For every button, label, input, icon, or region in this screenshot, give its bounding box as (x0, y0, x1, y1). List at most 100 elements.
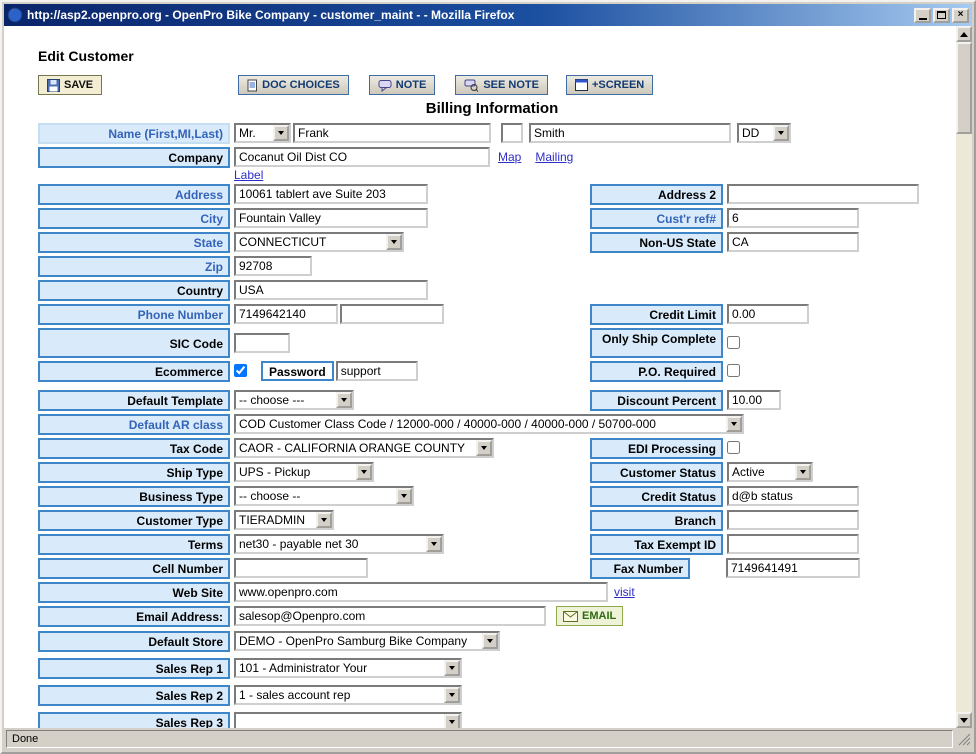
maximize-button[interactable] (933, 8, 950, 23)
label-zip: Zip (38, 256, 230, 277)
form-row-label-link: Label (38, 168, 956, 184)
scroll-up-icon (960, 32, 968, 37)
label-ecommerce: Ecommerce (38, 361, 230, 382)
form-row-country: Country (38, 280, 956, 301)
save-button[interactable]: SAVE (38, 75, 102, 95)
po-required-checkbox[interactable] (727, 364, 740, 377)
credit-limit-input[interactable] (727, 304, 809, 324)
dropdown-arrow-icon (773, 125, 789, 141)
zip-input[interactable] (234, 256, 312, 276)
toolbar: SAVE DOC CHOICES NOTE SEE NOTE +SCREEN (38, 74, 956, 96)
add-screen-button[interactable]: +SCREEN (566, 75, 653, 95)
map-link[interactable]: Map (498, 150, 521, 164)
status-text: Done (6, 730, 953, 748)
label-address: Address (38, 184, 230, 205)
branch-input[interactable] (727, 510, 859, 530)
window-title: http://asp2.openpro.org - OpenPro Bike C… (27, 8, 910, 22)
label-link[interactable]: Label (234, 168, 263, 182)
email-button[interactable]: EMAIL (556, 606, 623, 626)
tax-exempt-id-input[interactable] (727, 534, 859, 554)
form-row-state: State CONNECTICUT Non-US State (38, 232, 956, 253)
address-input[interactable] (234, 184, 428, 204)
label-sic-code: SIC Code (38, 328, 230, 358)
cell-number-input[interactable] (234, 558, 368, 578)
form-row-name: Name (First,MI,Last) Mr. DD (38, 123, 956, 144)
default-store-select[interactable]: DEMO - OpenPro Samburg Bike Company (234, 631, 500, 651)
phone-input-1[interactable] (234, 304, 338, 324)
vertical-scrollbar[interactable] (956, 26, 972, 728)
label-sales-rep-3: Sales Rep 3 (38, 712, 230, 728)
phone-input-2[interactable] (340, 304, 444, 324)
default-ar-class-select[interactable]: COD Customer Class Code / 12000-000 / 40… (234, 414, 744, 434)
password-input[interactable] (336, 361, 418, 381)
label-edi-processing: EDI Processing (590, 438, 723, 459)
ecommerce-checkbox[interactable] (234, 364, 247, 377)
document-icon (247, 79, 258, 92)
status-bar: Done (4, 728, 972, 750)
fax-number-input[interactable] (726, 558, 860, 578)
visit-link[interactable]: visit (614, 585, 635, 599)
middle-initial-input[interactable] (501, 123, 523, 143)
edi-processing-checkbox[interactable] (727, 441, 740, 454)
default-template-select[interactable]: -- choose --- (234, 390, 354, 410)
resize-grip[interactable] (955, 730, 970, 748)
note-button[interactable]: NOTE (369, 75, 436, 95)
page-content: Edit Customer SAVE DOC CHOICES NOTE SE (4, 26, 956, 728)
label-custr-ref: Cust'r ref# (590, 208, 723, 229)
label-customer-status: Customer Status (590, 462, 723, 483)
scroll-up-button[interactable] (956, 26, 972, 42)
dropdown-arrow-icon (356, 464, 372, 480)
mailing-link[interactable]: Mailing (535, 150, 573, 164)
web-site-input[interactable] (234, 582, 608, 602)
doc-choices-button[interactable]: DOC CHOICES (238, 75, 349, 95)
dropdown-arrow-icon (444, 687, 460, 703)
first-name-input[interactable] (293, 123, 491, 143)
label-credit-status: Credit Status (590, 486, 723, 507)
customer-type-select[interactable]: TIERADMIN (234, 510, 334, 530)
form-row-city: City Cust'r ref# (38, 208, 956, 229)
ship-type-select[interactable]: UPS - Pickup (234, 462, 374, 482)
terms-select[interactable]: net30 - payable net 30 (234, 534, 444, 554)
label-branch: Branch (590, 510, 723, 531)
minimize-icon (919, 18, 927, 20)
sales-rep-3-select[interactable] (234, 712, 462, 728)
dropdown-arrow-icon (316, 512, 332, 528)
see-note-button[interactable]: SEE NOTE (455, 75, 548, 95)
discount-percent-input[interactable] (727, 390, 781, 410)
scrollbar-thumb[interactable] (956, 42, 972, 134)
scroll-down-button[interactable] (956, 712, 972, 728)
company-input[interactable] (234, 147, 490, 167)
minimize-button[interactable] (914, 8, 931, 23)
dropdown-arrow-icon (795, 464, 811, 480)
name-prefix-select[interactable]: Mr. (234, 123, 291, 143)
customer-status-select[interactable]: Active (727, 462, 813, 482)
sic-code-input[interactable] (234, 333, 290, 353)
label-address2: Address 2 (590, 184, 723, 205)
label-default-store: Default Store (38, 631, 230, 652)
credit-status-input[interactable] (727, 486, 859, 506)
city-input[interactable] (234, 208, 428, 228)
label-discount-percent: Discount Percent (590, 390, 723, 411)
address2-input[interactable] (727, 184, 919, 204)
name-suffix-select[interactable]: DD (737, 123, 791, 143)
sales-rep-1-select[interactable]: 101 - Administrator Your (234, 658, 462, 678)
only-ship-complete-checkbox[interactable] (727, 336, 740, 349)
form-row-company: Company Map Mailing (38, 147, 956, 168)
close-button[interactable]: × (952, 8, 969, 23)
form-row-terms: Terms net30 - payable net 30 Tax Exempt … (38, 534, 956, 555)
tax-code-select[interactable]: CAOR - CALIFORNIA ORANGE COUNTY (234, 438, 494, 458)
business-type-select[interactable]: -- choose -- (234, 486, 414, 506)
dropdown-arrow-icon (444, 714, 460, 728)
last-name-input[interactable] (529, 123, 731, 143)
sales-rep-2-select[interactable]: 1 - sales account rep (234, 685, 462, 705)
scroll-down-icon (960, 718, 968, 723)
form-row-tax-code: Tax Code CAOR - CALIFORNIA ORANGE COUNTY… (38, 438, 956, 459)
custr-ref-input[interactable] (727, 208, 859, 228)
country-input[interactable] (234, 280, 428, 300)
state-select[interactable]: CONNECTICUT (234, 232, 404, 252)
non-us-state-input[interactable] (727, 232, 859, 252)
screen-window-icon (575, 79, 588, 91)
label-ship-type: Ship Type (38, 462, 230, 483)
email-address-input[interactable] (234, 606, 546, 626)
form-row-default-store: Default Store DEMO - OpenPro Samburg Bik… (38, 631, 956, 652)
